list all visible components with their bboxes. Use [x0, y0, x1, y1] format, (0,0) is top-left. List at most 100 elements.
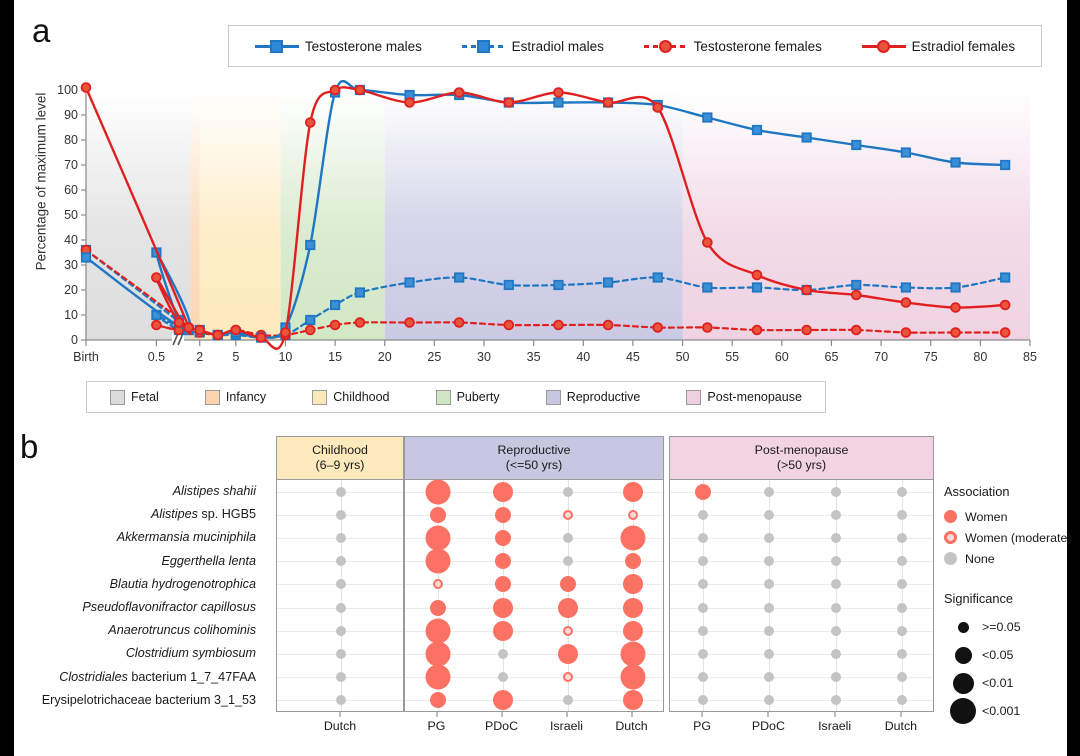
- dot-marker: [698, 602, 709, 613]
- band-post-menopause: [682, 90, 1030, 340]
- dot-marker: [830, 695, 841, 706]
- data-point: [553, 319, 564, 331]
- taxon-label: Alistipes shahii: [172, 484, 256, 498]
- svg-text:85: 85: [1023, 350, 1037, 364]
- axis-tick: [900, 712, 902, 717]
- data-point: [900, 327, 912, 338]
- axis-tick: [436, 712, 437, 717]
- significance-label: <0.05: [982, 648, 1014, 662]
- data-point: [751, 124, 763, 136]
- grid-row-line: [670, 677, 933, 679]
- data-point: [801, 324, 812, 336]
- svg-text:5: 5: [232, 350, 239, 364]
- dot-marker: [896, 533, 907, 543]
- legend-label: Estradiol females: [911, 38, 1016, 54]
- dot-marker: [562, 509, 573, 520]
- svg-text:0: 0: [71, 333, 78, 347]
- group-grid: [669, 480, 934, 712]
- dotplot-legend: Association Women Women (moderate) None Sign…: [944, 484, 1080, 725]
- data-point: [1000, 272, 1011, 283]
- dot-marker: [497, 649, 508, 659]
- panel-a-label: a: [32, 12, 51, 49]
- y-axis-label: Percentage of maximum level: [33, 92, 49, 271]
- band-reproductive: [384, 90, 683, 340]
- life-stage-legend: Fetal Infancy Childhood Puberty Reproductive…: [86, 381, 826, 413]
- svg-text:10: 10: [278, 350, 292, 364]
- dot-marker: [620, 664, 645, 690]
- data-point: [999, 299, 1011, 311]
- data-point: [503, 97, 515, 108]
- dot-marker: [425, 525, 450, 551]
- taxon-label: Anaerotruncus colihominis: [108, 623, 256, 638]
- svg-text:60: 60: [775, 350, 789, 364]
- data-point: [751, 324, 763, 336]
- dot-marker: [698, 533, 709, 543]
- significance-swatch-holder: [944, 646, 982, 664]
- legend-spacer: [944, 569, 1080, 591]
- dot-marker: [627, 509, 638, 520]
- svg-text:40: 40: [64, 233, 78, 247]
- group-title: Childhood: [312, 442, 368, 457]
- association-label: Women: [965, 509, 1008, 524]
- dot-marker: [830, 486, 841, 497]
- dot-marker: [698, 625, 709, 636]
- dot-marker: [620, 525, 645, 551]
- legend-item-1: Estradiol males: [461, 39, 604, 54]
- data-point: [652, 102, 664, 113]
- stage-legend-item-2: Childhood: [312, 389, 390, 405]
- group-subtitle: (>50 yrs): [776, 458, 827, 472]
- legend-item-3: Estradiol females: [861, 38, 1016, 54]
- dot-marker: [429, 599, 446, 616]
- dot-marker: [896, 509, 907, 520]
- dot-marker: [492, 597, 513, 618]
- group-header: Reproductive (<=50 yrs): [404, 436, 664, 480]
- data-point: [404, 277, 415, 288]
- dot-marker: [624, 553, 641, 570]
- significance-swatch: [954, 646, 972, 664]
- dot-marker: [698, 579, 709, 590]
- significance-swatch-holder: [944, 621, 982, 633]
- dot-marker: [764, 695, 775, 706]
- data-point: [950, 157, 961, 168]
- data-point: [900, 297, 912, 308]
- dotplot-group-2: Post-menopause (>50 yrs) PG PDoC Israeli Dutc…: [669, 436, 934, 738]
- dot-marker: [425, 479, 450, 505]
- dot-marker: [896, 602, 907, 613]
- dot-marker: [622, 620, 643, 641]
- dot-marker: [562, 486, 573, 497]
- significance-swatch-holder: [944, 698, 982, 724]
- stage-swatch: [435, 389, 451, 405]
- association-swatch: [944, 531, 957, 544]
- dotplot-group-0: Childhood (6–9 yrs) Dutch: [276, 436, 404, 738]
- svg-text:2: 2: [196, 350, 203, 364]
- significance-legend-item: <0.05: [944, 641, 1080, 669]
- dot-marker: [830, 602, 841, 613]
- hormone-plot: Percentage of maximum level 0 10 20 30 40 50 6…: [14, 78, 1067, 465]
- svg-text:100: 100: [57, 83, 78, 97]
- data-point: [503, 279, 514, 291]
- dot-marker: [764, 672, 775, 683]
- association-label: None: [965, 551, 995, 566]
- legend-marker-icon: [861, 39, 906, 53]
- taxon-label: Eggerthella lenta: [161, 553, 256, 568]
- taxon-label: Clostridium symbiosum: [125, 646, 256, 661]
- legend-marker-icon: [643, 39, 688, 53]
- association-legend-title: Association: [944, 484, 1010, 499]
- svg-text:30: 30: [64, 258, 78, 272]
- data-point: [900, 147, 912, 158]
- significance-label: <0.01: [982, 676, 1014, 690]
- dot-marker: [494, 576, 511, 593]
- data-point: [1000, 159, 1011, 171]
- data-point: [602, 277, 614, 288]
- data-point: [950, 302, 961, 313]
- group-title: Post-menopause: [754, 442, 849, 457]
- data-point: [173, 317, 185, 328]
- dot-marker: [336, 533, 346, 543]
- stage-label: Puberty: [456, 390, 500, 404]
- data-point: [305, 314, 316, 326]
- grid-row-line: [670, 654, 933, 655]
- data-point: [602, 319, 614, 331]
- data-point: [850, 324, 862, 336]
- dot-marker: [698, 672, 709, 683]
- legend-marker-icon: [254, 39, 299, 53]
